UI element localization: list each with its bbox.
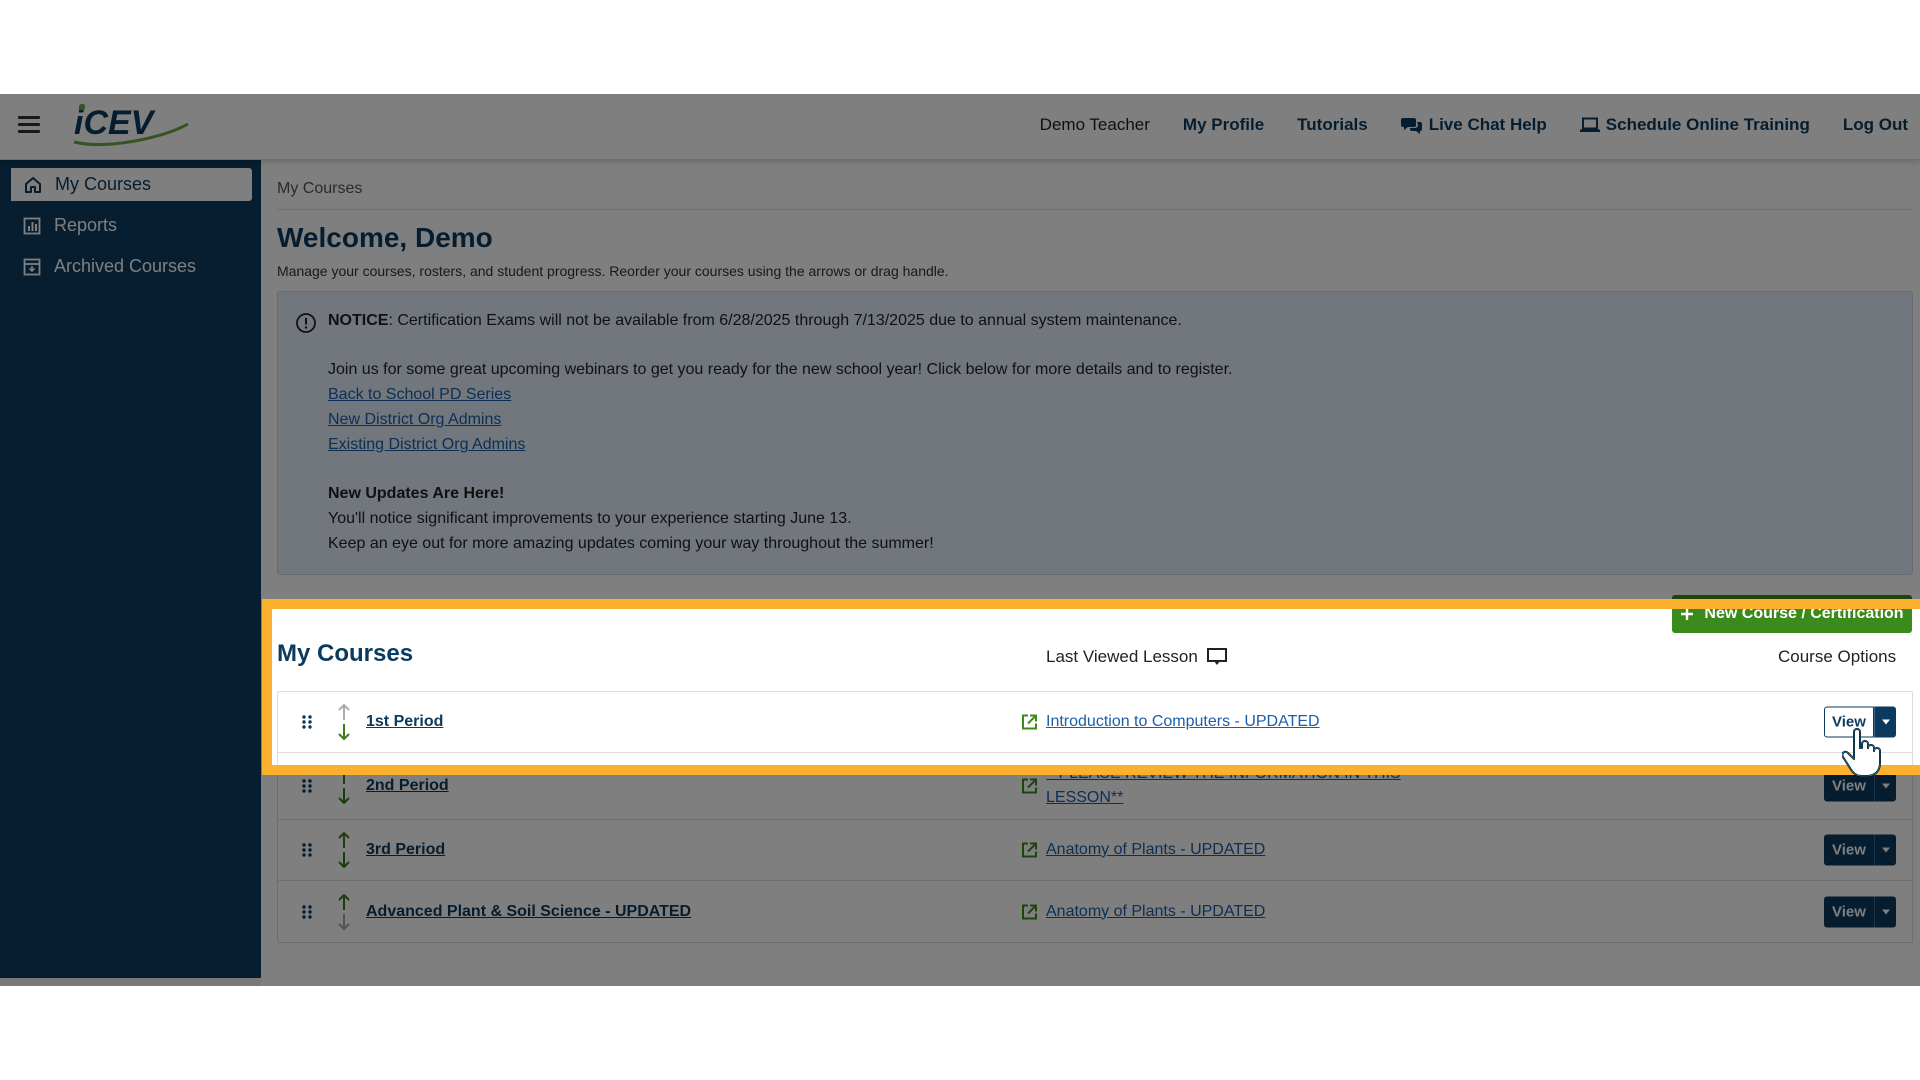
column-label: Last Viewed Lesson	[1046, 647, 1198, 666]
table-row: 3rd Period Anatomy of Plants - UPDATED V…	[278, 820, 1912, 881]
move-down-icon[interactable]	[336, 723, 352, 741]
move-up-icon[interactable]	[336, 767, 352, 785]
move-up-icon[interactable]	[336, 703, 352, 721]
section-title: My Courses	[277, 640, 414, 667]
move-up-icon[interactable]	[336, 893, 352, 911]
new-course-label: New Course / Certification	[1704, 605, 1904, 622]
breadcrumb: My Courses	[277, 180, 363, 197]
top-nav: Demo Teacher My Profile Tutorials Live C…	[1040, 94, 1908, 156]
status-bar	[0, 978, 261, 986]
new-course-button[interactable]: New Course / Certification	[1672, 595, 1912, 633]
reorder-arrows	[336, 767, 352, 805]
log-out-link[interactable]: Log Out	[1843, 115, 1908, 135]
notice-message: : Certification Exams will not be availa…	[388, 312, 1182, 329]
webinar-intro: Join us for some great upcoming webinars…	[328, 361, 1233, 378]
home-icon	[25, 176, 41, 193]
updates-line: You'll notice significant improvements t…	[328, 510, 852, 527]
view-button[interactable]: View	[1824, 896, 1874, 927]
move-up-icon[interactable]	[336, 831, 352, 849]
course-options-dropdown[interactable]	[1874, 834, 1896, 866]
table-row: 2nd Period **PLEASE REVIEW THE INFORMATI…	[278, 753, 1912, 820]
my-profile-link[interactable]: My Profile	[1183, 115, 1264, 135]
back-to-school-link[interactable]: Back to School PD Series	[328, 385, 511, 405]
last-viewed-lesson-link[interactable]: **PLEASE REVIEW THE INFORMATION IN THIS …	[1046, 762, 1426, 810]
live-chat-help-link[interactable]: Live Chat Help	[1400, 115, 1547, 135]
column-header-last-viewed: Last Viewed Lesson	[1046, 647, 1228, 667]
sidebar-item-label: Reports	[54, 215, 118, 235]
notice-text: NOTICE: Certification Exams will not be …	[328, 311, 1182, 331]
user-name: Demo Teacher	[1039, 115, 1150, 134]
updates-line: Keep an eye out for more amazing updates…	[328, 535, 934, 552]
plus-icon	[1681, 608, 1694, 620]
alert-circle-icon	[296, 313, 316, 333]
sidebar-item-reports[interactable]: Reports	[6, 209, 252, 242]
move-down-icon[interactable]	[336, 787, 352, 805]
main-content: My Courses Welcome, Demo Manage your cou…	[261, 160, 1920, 986]
view-button-group: View	[1824, 770, 1896, 802]
drag-handle-icon[interactable]	[302, 779, 312, 793]
external-link-icon	[1022, 778, 1037, 794]
move-down-icon[interactable]	[336, 913, 352, 931]
view-button[interactable]: View	[1824, 834, 1874, 866]
monitor-icon	[1206, 648, 1227, 665]
sidebar-item-my-courses[interactable]: My Courses	[6, 168, 252, 201]
view-button[interactable]: View	[1824, 770, 1874, 802]
notice-panel: NOTICE: Certification Exams will not be …	[277, 291, 1913, 575]
chart-icon	[23, 217, 41, 234]
tutorials-link[interactable]: Tutorials	[1297, 115, 1368, 135]
chat-icon	[1400, 118, 1422, 134]
updates-title: New Updates Are Here!	[328, 485, 505, 502]
last-viewed-lesson-link[interactable]: Anatomy of Plants - UPDATED	[1046, 900, 1426, 924]
course-name-link[interactable]: 2nd Period	[366, 777, 449, 795]
external-link-icon	[1022, 904, 1037, 919]
notice-label: NOTICE	[328, 312, 389, 329]
table-row: Advanced Plant & Soil Science - UPDATED …	[278, 881, 1912, 942]
new-district-admins-link[interactable]: New District Org Admins	[328, 410, 501, 430]
drag-handle-icon[interactable]	[302, 843, 312, 857]
reorder-arrows	[336, 831, 352, 869]
table-row: 1st Period Introduction to Computers - U…	[278, 692, 1912, 753]
course-name-link[interactable]: 1st Period	[366, 713, 443, 731]
sidebar: My Courses Reports Archived Courses	[0, 160, 261, 986]
view-button-group: View	[1824, 896, 1896, 927]
sidebar-item-label: My Courses	[55, 174, 152, 194]
move-down-icon[interactable]	[336, 851, 352, 869]
reorder-arrows	[336, 893, 352, 931]
schedule-training-label: Schedule Online Training	[1605, 115, 1810, 134]
divider	[277, 209, 1913, 210]
drag-handle-icon[interactable]	[302, 715, 312, 729]
column-header-course-options: Course Options	[1778, 647, 1897, 666]
menu-icon[interactable]	[18, 116, 40, 134]
view-button[interactable]: View	[1824, 706, 1874, 738]
external-link-icon	[1022, 714, 1037, 730]
view-button-group: View	[1824, 706, 1896, 738]
course-table: 1st Period Introduction to Computers - U…	[277, 691, 1913, 943]
drag-handle-icon[interactable]	[302, 904, 312, 919]
last-viewed-lesson-link[interactable]: Anatomy of Plants - UPDATED	[1046, 838, 1426, 862]
page-title: Welcome, Demo	[277, 222, 493, 253]
schedule-training-link[interactable]: Schedule Online Training	[1579, 115, 1810, 135]
live-chat-label: Live Chat Help	[1428, 115, 1547, 134]
sidebar-item-label: Archived Courses	[54, 256, 197, 276]
view-button-group: View	[1824, 834, 1896, 866]
external-link-icon	[1022, 842, 1037, 858]
svg-text:iCEV: iCEV	[74, 104, 157, 142]
course-name-link[interactable]: 3rd Period	[366, 841, 445, 859]
sidebar-item-archived-courses[interactable]: Archived Courses	[6, 250, 252, 283]
existing-district-admins-link[interactable]: Existing District Org Admins	[328, 435, 525, 455]
reorder-arrows	[336, 703, 352, 741]
page-subtitle: Manage your courses, rosters, and studen…	[277, 263, 949, 279]
last-viewed-lesson-link[interactable]: Introduction to Computers - UPDATED	[1046, 710, 1426, 734]
laptop-icon	[1579, 117, 1600, 132]
course-options-dropdown[interactable]	[1874, 706, 1896, 738]
course-options-dropdown[interactable]	[1874, 770, 1896, 802]
icev-logo[interactable]: iCEV	[70, 102, 190, 148]
app-frame: iCEV Demo Teacher My Profile Tutorials L…	[0, 94, 1920, 986]
course-options-dropdown[interactable]	[1874, 896, 1896, 927]
course-name-link[interactable]: Advanced Plant & Soil Science - UPDATED	[366, 903, 691, 921]
archive-icon	[23, 258, 41, 275]
top-bar: iCEV Demo Teacher My Profile Tutorials L…	[0, 94, 1920, 160]
